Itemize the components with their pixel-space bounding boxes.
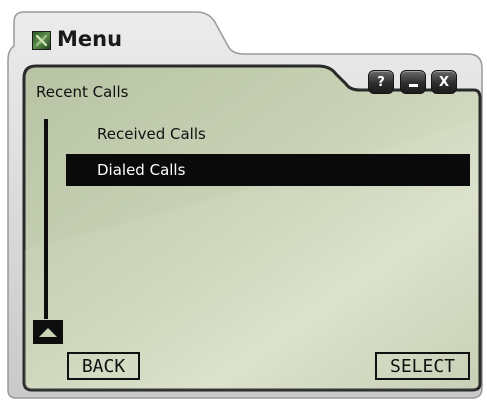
back-button[interactable]: BACK bbox=[67, 352, 140, 380]
close-button[interactable]: X bbox=[431, 70, 457, 94]
menu-item-received-calls[interactable]: Received Calls bbox=[66, 119, 470, 149]
menu-app-icon bbox=[32, 31, 51, 50]
menu-item-label: Dialed Calls bbox=[97, 161, 186, 179]
window-title: Menu bbox=[57, 27, 123, 51]
screen-header: Recent Calls bbox=[36, 83, 129, 101]
scroll-up-arrow-icon[interactable] bbox=[33, 320, 63, 344]
scrollbar-track[interactable] bbox=[44, 119, 48, 319]
minimize-icon bbox=[408, 83, 418, 87]
window-shell bbox=[7, 11, 483, 399]
help-button[interactable]: ? bbox=[368, 70, 394, 94]
close-icon: X bbox=[438, 74, 450, 90]
menu-item-dialed-calls[interactable]: Dialed Calls bbox=[66, 154, 470, 186]
help-icon: ? bbox=[377, 74, 385, 90]
select-button[interactable]: SELECT bbox=[375, 352, 470, 380]
minimize-button[interactable] bbox=[400, 70, 426, 94]
menu-item-label: Received Calls bbox=[97, 125, 206, 143]
